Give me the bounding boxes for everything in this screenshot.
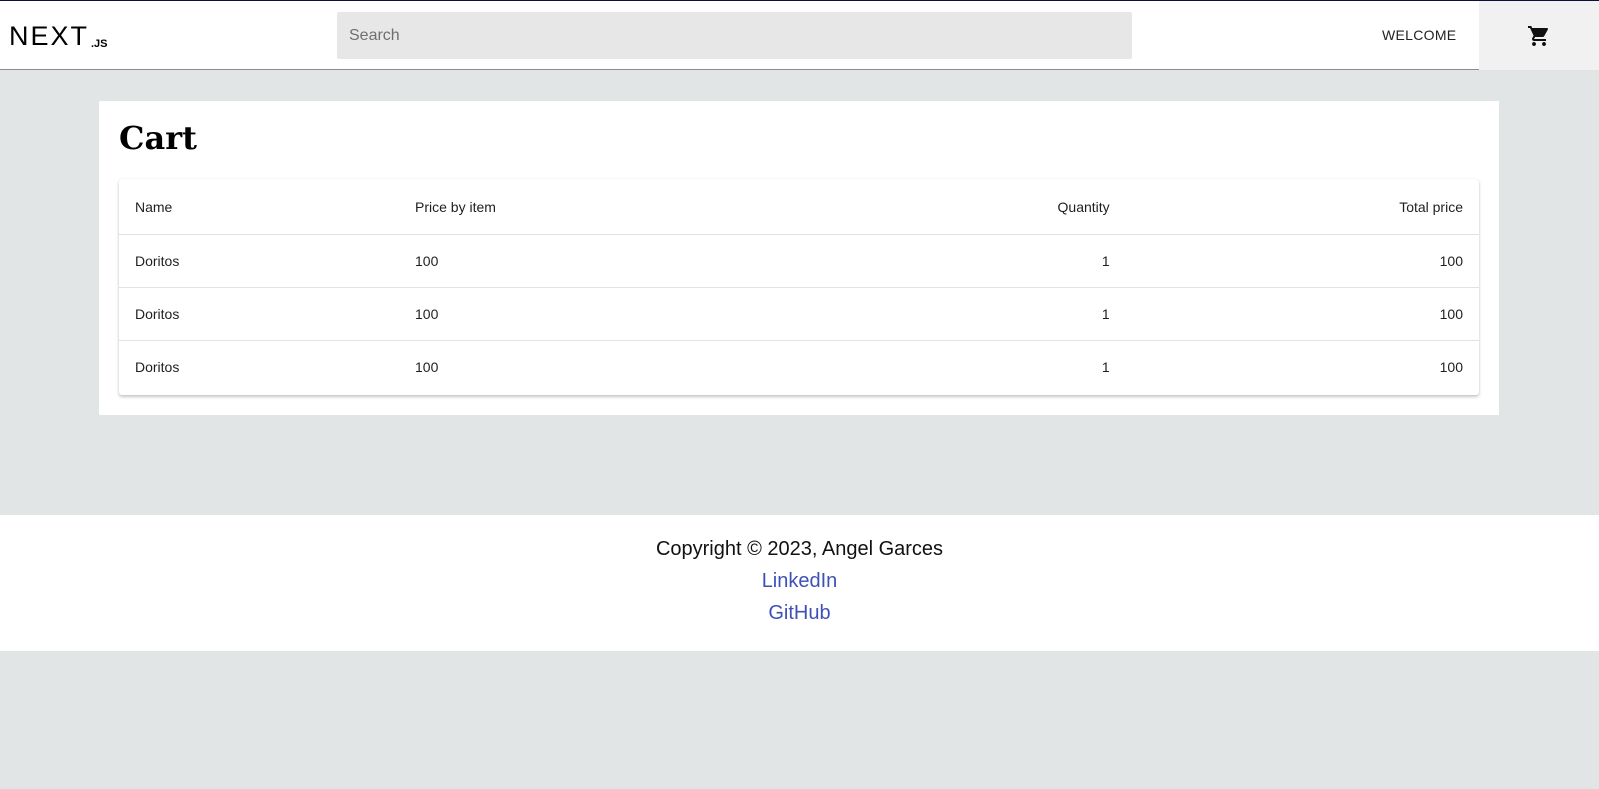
cart-card: Cart Name Price by item Quantity Total p…	[99, 101, 1499, 415]
logo-suffix: .JS	[91, 38, 108, 49]
column-header-quantity: Quantity	[815, 179, 1126, 235]
cell-price: 100	[415, 359, 439, 375]
table-row: Doritos 100 1 100	[119, 287, 1479, 341]
footer: Copyright © 2023, Angel Garces LinkedIn …	[0, 515, 1599, 651]
table-header: Name Price by item Quantity Total price	[119, 179, 1479, 235]
cell-total: 100	[1125, 287, 1479, 341]
copyright-text: Copyright © 2023, Angel Garces	[655, 538, 944, 560]
cell-quantity: 1	[815, 234, 1126, 288]
search-input[interactable]	[337, 12, 1132, 59]
cart-button[interactable]	[1479, 1, 1599, 70]
table-row: Doritos 100 1 100	[119, 234, 1479, 288]
cell-total: 100	[1125, 234, 1479, 288]
page-title: Cart	[119, 119, 197, 157]
github-link[interactable]: GitHub	[0, 602, 1599, 625]
app-bar: NEXT .JS WELCOME	[0, 0, 1599, 70]
cart-table: Name Price by item Quantity Total price …	[119, 179, 1479, 393]
logo-lettering: NEXT	[9, 23, 89, 49]
cart-table-container: Name Price by item Quantity Total price …	[119, 179, 1479, 395]
nextjs-logo[interactable]: NEXT .JS	[9, 23, 111, 49]
linkedin-link[interactable]: LinkedIn	[0, 570, 1599, 593]
cell-name: Doritos	[135, 359, 180, 375]
cell-quantity: 1	[815, 287, 1126, 341]
cell-total: 100	[1439, 359, 1463, 375]
cell-price: 100	[399, 287, 816, 341]
cell-name: Doritos	[119, 234, 399, 288]
shopping-cart-icon	[1528, 25, 1549, 46]
column-header-price: Price by item	[399, 179, 816, 235]
cell-quantity: 1	[1101, 359, 1110, 375]
column-header-name: Name	[119, 179, 399, 235]
cell-price: 100	[399, 234, 816, 288]
cell-name: Doritos	[119, 287, 399, 341]
table-row: Doritos 100 1 100	[119, 341, 1479, 394]
table-header-row: Name Price by item Quantity Total price	[119, 179, 1479, 235]
table-body: Doritos 100 1 100 Doritos 100 1 100 Dori…	[119, 234, 1479, 394]
welcome-label[interactable]: WELCOME	[1382, 27, 1456, 43]
column-header-total: Total price	[1125, 179, 1479, 235]
